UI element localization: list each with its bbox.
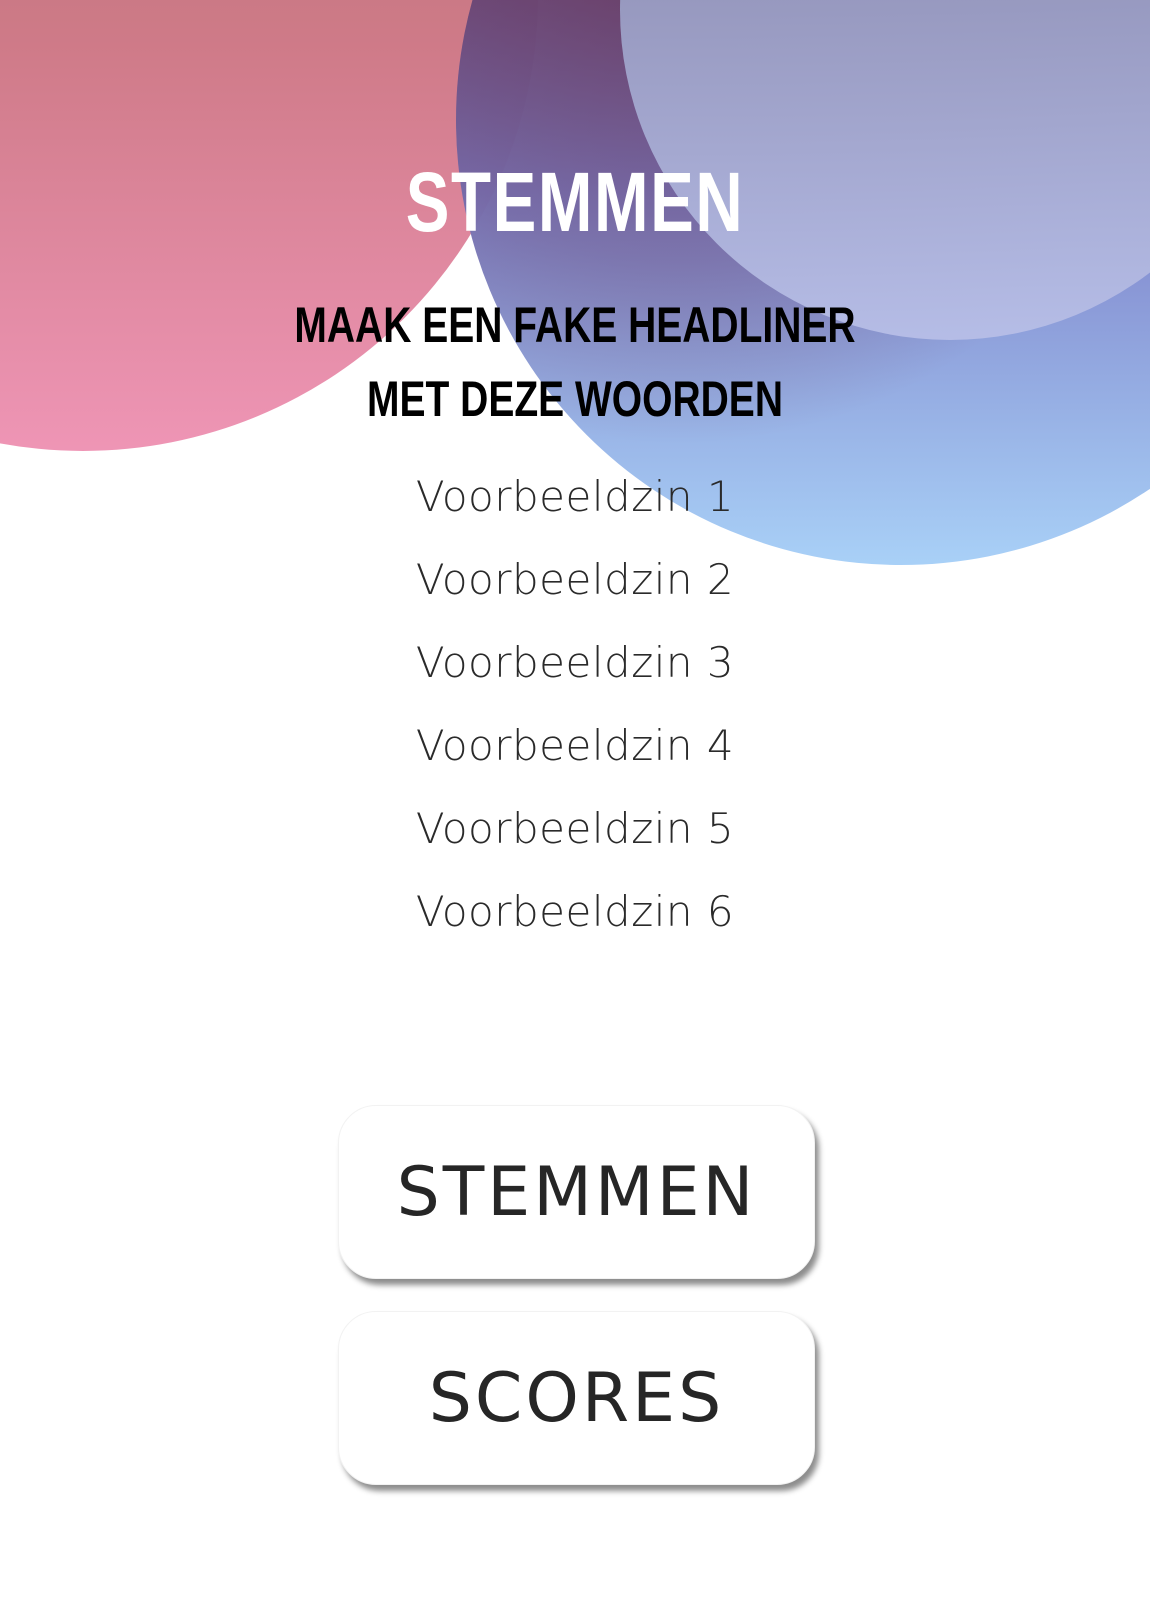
subtitle-line-1: MAAK EEN FAKE HEADLINER bbox=[294, 297, 856, 353]
vote-button[interactable]: STEMMEN bbox=[338, 1105, 815, 1279]
list-item: Voorbeeldzin 2 bbox=[415, 555, 735, 604]
sentence-list: Voorbeeldzin 1 Voorbeeldzin 2 Voorbeeldz… bbox=[0, 472, 1150, 970]
subtitle-line-2: MET DEZE WOORDEN bbox=[366, 371, 783, 427]
list-item: Voorbeeldzin 3 bbox=[415, 638, 735, 687]
content: STEMMEN MAAK EEN FAKE HEADLINER MET DEZE… bbox=[0, 0, 1150, 1600]
list-item: Voorbeeldzin 4 bbox=[415, 721, 735, 770]
list-item: Voorbeeldzin 6 bbox=[415, 887, 735, 936]
vote-screen: STEMMEN MAAK EEN FAKE HEADLINER MET DEZE… bbox=[0, 0, 1150, 1600]
page-subtitle: MAAK EEN FAKE HEADLINER MET DEZE WOORDEN bbox=[127, 288, 1024, 436]
page-title: STEMMEN bbox=[405, 155, 745, 249]
list-item: Voorbeeldzin 1 bbox=[415, 472, 735, 521]
scores-button[interactable]: SCORES bbox=[338, 1311, 815, 1485]
list-item: Voorbeeldzin 5 bbox=[415, 804, 735, 853]
